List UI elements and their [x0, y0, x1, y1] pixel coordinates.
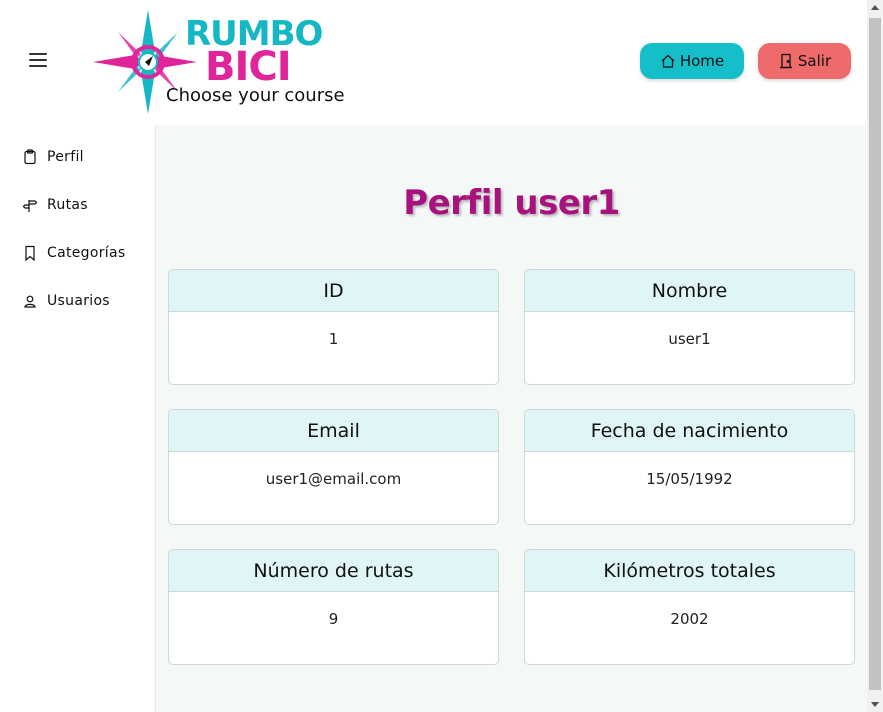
- card-label: Email: [169, 410, 498, 452]
- card-email: Email user1@email.com: [168, 409, 499, 525]
- card-numero-rutas: Número de rutas 9: [168, 549, 499, 665]
- card-label: Número de rutas: [169, 550, 498, 592]
- sidebar-item-perfil[interactable]: Perfil: [22, 146, 84, 168]
- card-value: user1@email.com: [265, 470, 402, 488]
- card-label: Fecha de nacimiento: [525, 410, 854, 452]
- sidebar: Perfil Rutas Categorías Usuarios: [0, 125, 156, 712]
- card-value: user1: [668, 330, 711, 348]
- person-icon: [24, 295, 36, 308]
- door-icon: [779, 53, 792, 69]
- card-value: 2002: [670, 610, 709, 628]
- clipboard-icon: [24, 149, 36, 165]
- card-label: Nombre: [525, 270, 854, 312]
- card-label: Kilómetros totales: [525, 550, 854, 592]
- home-button[interactable]: Home: [640, 43, 744, 79]
- signpost-icon: [22, 200, 38, 212]
- scrollbar-thumb[interactable]: [869, 18, 881, 690]
- exit-button[interactable]: Salir: [758, 43, 851, 79]
- card-value: 1: [328, 330, 339, 348]
- card-label: ID: [169, 270, 498, 312]
- scroll-down-arrow-icon[interactable]: [871, 702, 879, 707]
- card-id: ID 1: [168, 269, 499, 385]
- vertical-scrollbar[interactable]: [867, 0, 883, 712]
- home-button-label: Home: [679, 52, 725, 70]
- page-title: Perfil user1: [403, 183, 620, 223]
- home-icon: [661, 54, 675, 68]
- sidebar-item-rutas[interactable]: Rutas: [22, 194, 88, 216]
- sidebar-item-label: Categorías: [47, 245, 126, 261]
- exit-button-label: Salir: [797, 52, 832, 70]
- sidebar-item-label: Rutas: [47, 197, 88, 213]
- rumbo-bici-logo[interactable]: RUMBO BICI Choose your course: [93, 10, 353, 114]
- sidebar-item-usuarios[interactable]: Usuarios: [22, 290, 110, 312]
- scroll-up-arrow-icon[interactable]: [871, 5, 879, 10]
- card-fecha-nacimiento: Fecha de nacimiento 15/05/1992: [524, 409, 855, 525]
- card-kilometros-totales: Kilómetros totales 2002: [524, 549, 855, 665]
- bookmark-icon: [25, 245, 35, 261]
- app-header: RUMBO BICI Choose your course Home Salir: [0, 0, 867, 125]
- logo-text-bici: BICI: [205, 44, 292, 90]
- card-nombre: Nombre user1: [524, 269, 855, 385]
- sidebar-item-label: Usuarios: [47, 293, 110, 309]
- logo-tagline: Choose your course: [166, 85, 345, 106]
- hamburger-menu-icon[interactable]: [29, 53, 47, 69]
- card-value: 15/05/1992: [646, 470, 733, 488]
- sidebar-item-categorias[interactable]: Categorías: [22, 242, 125, 264]
- card-value: 9: [328, 610, 339, 628]
- sidebar-item-label: Perfil: [47, 149, 84, 165]
- main-content: Perfil user1 ID 1 Nombre user1 Email use…: [156, 125, 867, 712]
